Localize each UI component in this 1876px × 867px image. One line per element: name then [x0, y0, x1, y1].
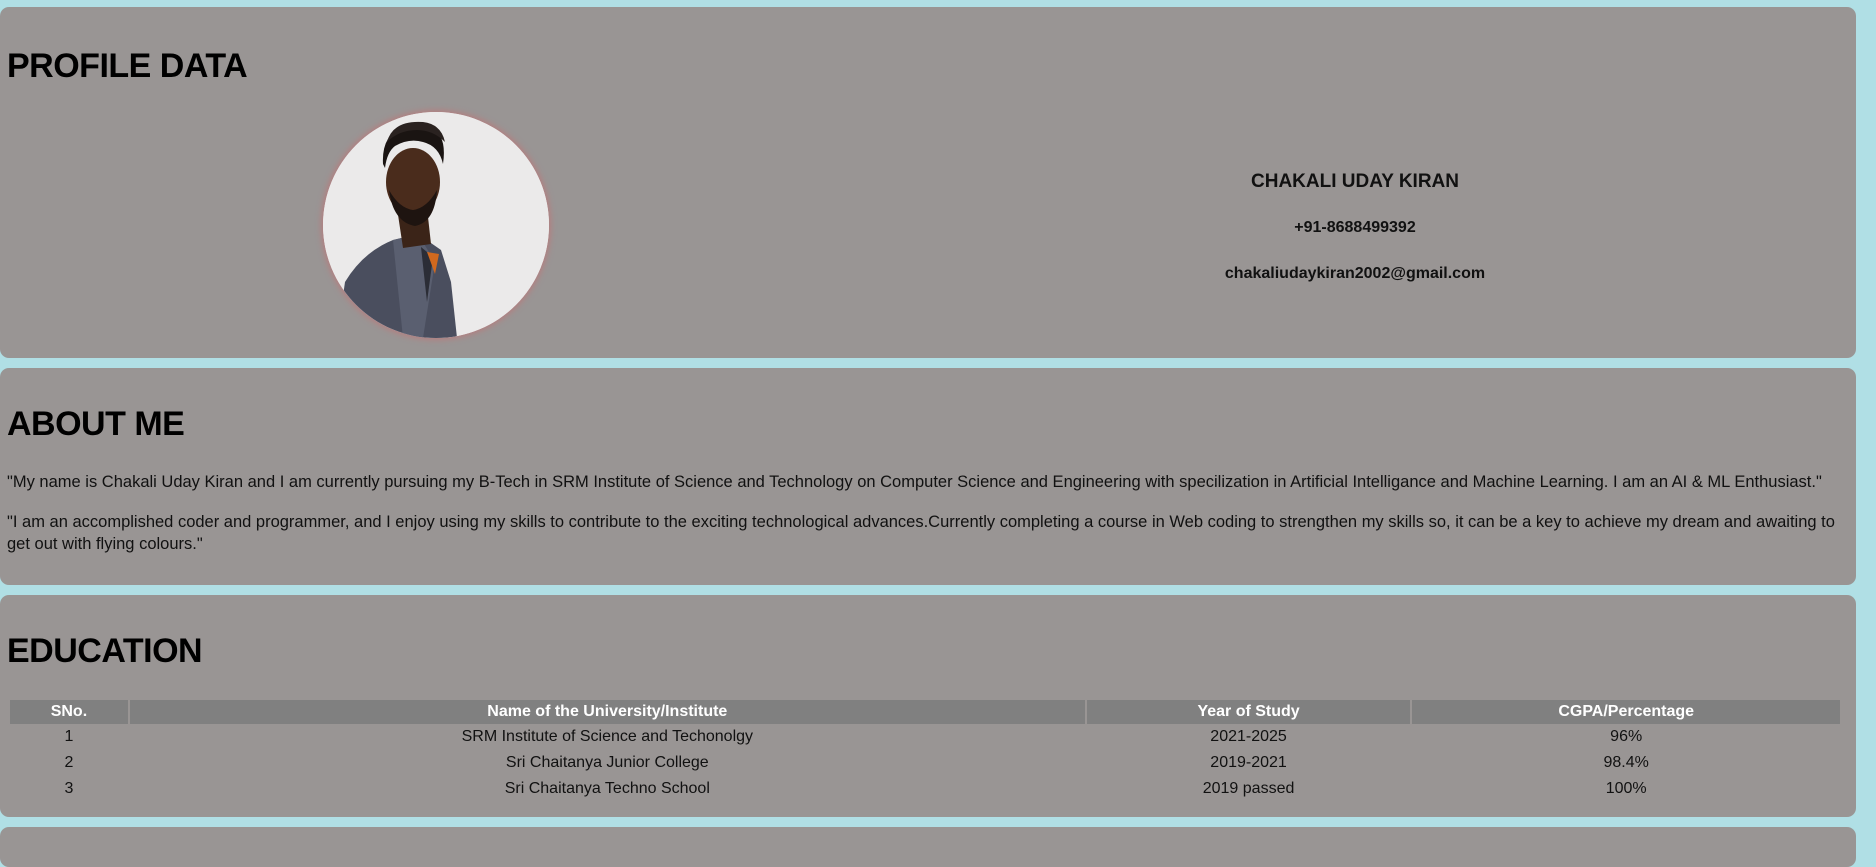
table-cell: 2019 passed [1202, 780, 1295, 797]
profile-phone: +91-8688499392 [1294, 219, 1416, 236]
next-section [0, 827, 1856, 867]
page: PROFILE DATA CHAKALI UDAY KIRAN +91-8688… [0, 0, 1856, 867]
table-row: 3 Sri Chaitanya Techno School 2019 passe… [10, 776, 1840, 802]
table-cell: 96% [1610, 728, 1643, 745]
column-header: Year of Study [1086, 700, 1411, 724]
about-paragraph: "I am an accomplished coder and programm… [7, 513, 1835, 553]
table-cell: 2 [64, 754, 74, 771]
column-header: Name of the University/Institute [129, 700, 1085, 724]
table-cell: 100% [1605, 780, 1647, 797]
table-cell: 2021-2025 [1210, 728, 1287, 745]
table-cell: 2019-2021 [1210, 754, 1287, 771]
person-photo-icon [323, 112, 549, 338]
table-cell: Sri Chaitanya Techno School [504, 780, 710, 797]
table-row: 2 Sri Chaitanya Junior College 2019-2021… [10, 750, 1840, 776]
education-section-title: EDUCATION [7, 632, 203, 670]
about-paragraph: "My name is Chakali Uday Kiran and I am … [7, 473, 1822, 491]
profile-section: PROFILE DATA CHAKALI UDAY KIRAN +91-8688… [0, 7, 1856, 358]
about-section: ABOUT ME "My name is Chakali Uday Kiran … [0, 368, 1856, 585]
table-cell: 3 [64, 780, 74, 797]
page-scrollbar[interactable] [1858, 0, 1876, 850]
table-header-row: SNo. Name of the University/Institute Ye… [10, 700, 1840, 724]
table-cell: 1 [64, 728, 74, 745]
about-section-title: ABOUT ME [7, 405, 185, 443]
table-cell: Sri Chaitanya Junior College [505, 754, 709, 771]
table-cell: 98.4% [1603, 754, 1649, 771]
table-cell: SRM Institute of Science and Techonolgy [461, 728, 754, 745]
education-table: SNo. Name of the University/Institute Ye… [8, 700, 1842, 802]
table-row: 1 SRM Institute of Science and Techonolg… [10, 724, 1840, 750]
column-header: CGPA/Percentage [1412, 700, 1840, 724]
column-header: SNo. [10, 700, 128, 724]
profile-name: CHAKALI UDAY KIRAN [1251, 171, 1459, 192]
profile-email: chakaliudaykiran2002@gmail.com [1224, 265, 1486, 282]
education-section: EDUCATION SNo. Name of the University/In… [0, 595, 1856, 817]
profile-avatar [323, 112, 549, 338]
profile-section-title: PROFILE DATA [7, 47, 248, 85]
